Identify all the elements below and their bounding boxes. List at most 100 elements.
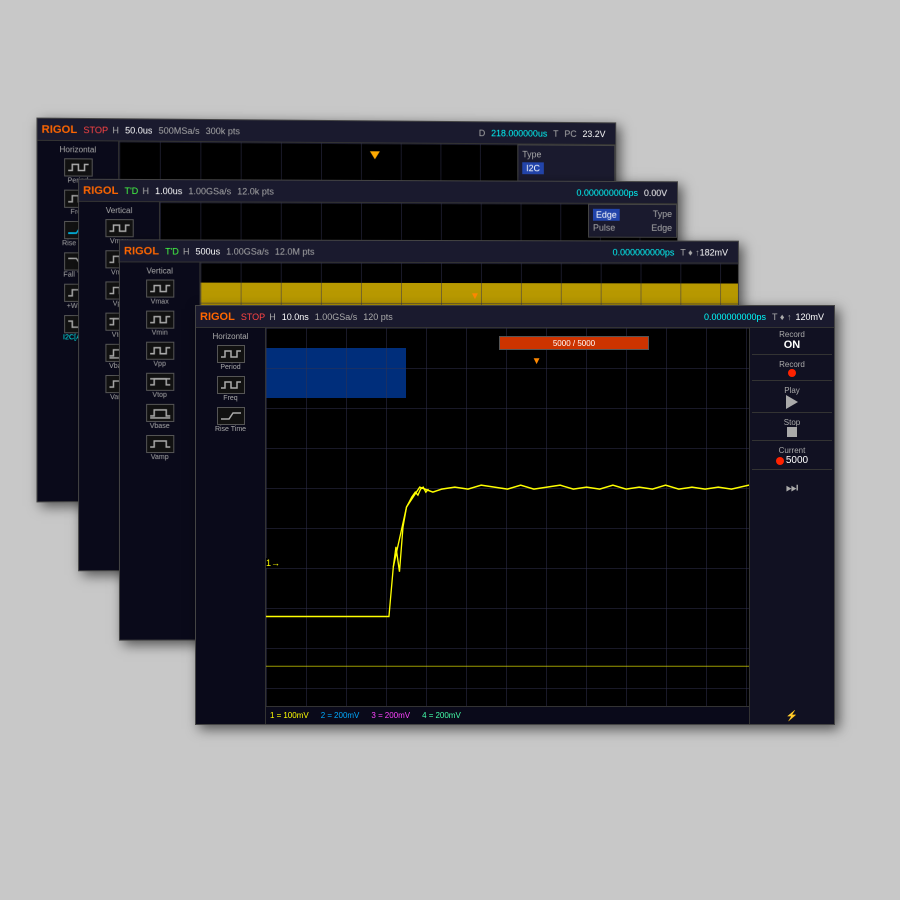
s3-vbase-icon [146, 404, 174, 422]
stop-label: Stop [752, 418, 832, 427]
screen2-d-value: 0.000000000ps [577, 187, 638, 197]
s4-period-label: Period [220, 364, 240, 371]
s3-vpp-label: Vpp [153, 361, 166, 368]
play-label: Play [752, 386, 832, 395]
play-btn-container [752, 395, 832, 409]
s3-vtop-label: Vtop [152, 392, 166, 399]
s3-vamp: Vamp [122, 435, 197, 461]
screen4-waveform [266, 328, 749, 706]
trigger-type-label: Type [522, 149, 541, 159]
s4-freq-label: Freq [223, 395, 237, 402]
screen3-h-value: 500us [195, 246, 220, 256]
screen2-h-value: 1.00us [155, 186, 182, 196]
screen4-h-value: 10.0ns [282, 312, 309, 322]
s3-vmin: Vmin [122, 311, 197, 337]
record-label: Record [752, 330, 832, 339]
screen2-trigger-popup: Edge Type Pulse Edge [588, 204, 677, 238]
current-label: Current [752, 446, 832, 455]
trigger-i2c-label[interactable]: I2C [522, 162, 544, 174]
current-section: Current 5000 [752, 446, 832, 470]
screen3-sample: 1.00GSa/s [226, 246, 269, 256]
screen3-t-label: T ♦ ↑ [680, 247, 699, 257]
screen2-header: RIGOL T'D H 1.00us 1.00GSa/s 12.0k pts 0… [79, 180, 677, 204]
s3-vbase-label: Vbase [150, 423, 170, 430]
s3-vtop: Vtop [122, 373, 197, 399]
screen3-status: T'D [165, 246, 179, 256]
record2-section: Record [752, 360, 832, 381]
s3-vmin-icon [146, 311, 174, 329]
screen1-sidebar-title: Horizontal [40, 145, 117, 155]
record-dot[interactable] [788, 369, 796, 377]
screen3-trigger-marker: ▼ [470, 291, 480, 302]
screen4-sidebar: Horizontal Period Freq [196, 328, 266, 724]
s3-vmax-label: Vmax [151, 299, 169, 306]
skip-button[interactable]: ⏭ [786, 479, 799, 496]
screen1-pc-value: 23.2V [582, 129, 605, 139]
screen3-pts: 12.0M pts [275, 246, 315, 256]
s3-vtop-icon [146, 373, 174, 391]
current-dot [776, 457, 784, 465]
s3-vmax: Vmax [122, 279, 197, 305]
vmax-icon [105, 219, 133, 237]
screen3-sidebar-title: Vertical [122, 266, 197, 275]
screen1-d: D [479, 128, 485, 138]
usb-icon: ⚡ [786, 711, 798, 722]
s4-freq-icon [217, 376, 245, 394]
play-button[interactable] [786, 395, 798, 409]
screen3-t-value: 182mV [700, 247, 728, 257]
screen4-status: STOP [241, 312, 265, 322]
record-on-value: ON [752, 339, 832, 351]
screen4-header: RIGOL STOP H 10.0ns 1.00GSa/s 120 pts 0.… [196, 306, 834, 328]
screen1-h-label: H [112, 125, 119, 135]
screen2-logo: RIGOL [83, 184, 118, 196]
current-value: 5000 [786, 455, 808, 466]
s4-rise-label: Rise Time [215, 426, 246, 433]
type-btn[interactable]: Type [653, 209, 672, 221]
record-dot-container [752, 369, 832, 377]
current-value-container: 5000 [752, 455, 832, 466]
edge-btn[interactable]: Edge [593, 209, 620, 221]
s4-freq: Freq [198, 376, 263, 402]
s4-ch1-info: 1 = 100mV [270, 711, 309, 720]
screen1-logo: RIGOL [42, 123, 78, 135]
s4-period: Period [198, 345, 263, 371]
skip-btn-container: ⏭ [752, 479, 832, 496]
screen4-sidebar-title: Horizontal [198, 332, 263, 341]
screen4-logo: RIGOL [200, 311, 235, 323]
s3-vbase: Vbase [122, 404, 197, 430]
s4-ch2-info: 2 = 200mV [321, 711, 360, 720]
screen4-bottom: 1 = 100mV 2 = 200mV 3 = 200mV 4 = 200mV [266, 706, 749, 724]
screen4-right-panel: Record ON Record Play Stop [749, 328, 834, 724]
screen1-h-value: 50.0us [125, 125, 152, 135]
screen4-sample: 1.00GSa/s [315, 312, 358, 322]
oscilloscope-scene: RIGOL STOP H 50.0us 500MSa/s 300k pts D … [40, 120, 860, 780]
edge-btn2[interactable]: Edge [651, 223, 672, 233]
screen2-h-label: H [142, 186, 149, 196]
stop-button[interactable] [787, 427, 797, 437]
popup-pulse-edge: Pulse Edge [593, 223, 672, 233]
screen4-pts: 120 pts [363, 312, 393, 322]
screen4-t-label: T ♦ ↑ [772, 312, 791, 322]
record2-label: Record [752, 360, 832, 369]
screen1-pc: PC [564, 128, 576, 138]
pulse-btn[interactable]: Pulse [593, 223, 615, 233]
stop-section: Stop [752, 418, 832, 441]
screen3-header: RIGOL T'D H 500us 1.00GSa/s 12.0M pts 0.… [120, 240, 738, 263]
s3-vpp: Vpp [122, 342, 197, 368]
screen3-h-label: H [183, 246, 190, 256]
screen2-sample: 1.00GSa/s [188, 186, 231, 196]
s4-period-icon [217, 345, 245, 363]
screen1-trigger-popup: Type I2C [517, 144, 615, 182]
s4-ch3-info: 3 = 200mV [371, 711, 410, 720]
screen3-d-value: 0.000000000ps [613, 247, 675, 257]
play-section: Play [752, 386, 832, 413]
s3-vpp-icon [146, 342, 174, 360]
usb-container: ⚡ [752, 707, 832, 722]
screen4-d-value: 0.000000000ps [704, 312, 766, 322]
trigger-type-row: Type [522, 149, 610, 160]
screen4-body: Horizontal Period Freq [196, 328, 834, 724]
trigger-marker [370, 151, 380, 159]
s4-rise-icon [217, 407, 245, 425]
s3-vmin-label: Vmin [152, 330, 168, 337]
s3-vamp-icon [146, 435, 174, 453]
